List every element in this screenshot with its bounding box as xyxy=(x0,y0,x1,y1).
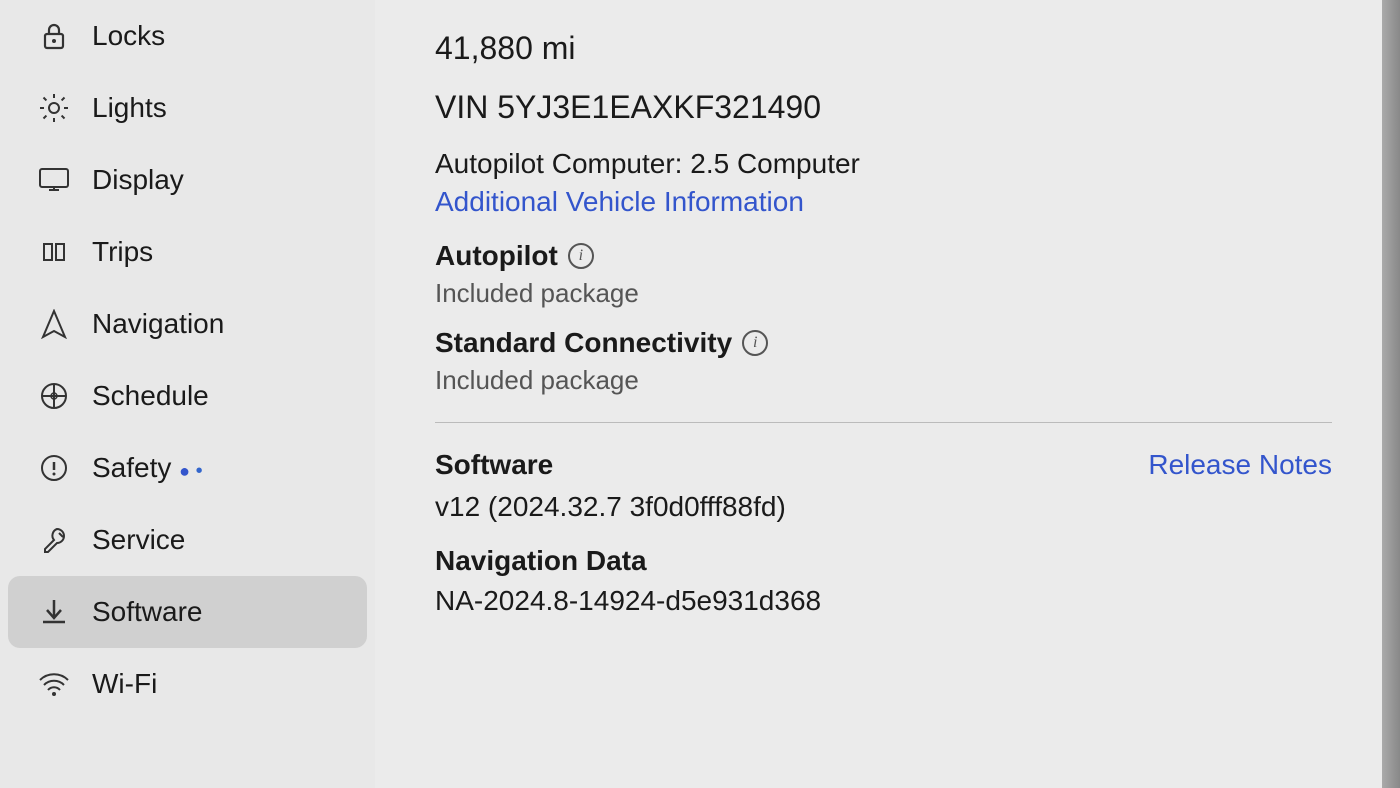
sidebar-item-display-label: Display xyxy=(92,164,184,196)
sidebar-item-lights[interactable]: Lights xyxy=(8,72,367,144)
software-section-header: Software Release Notes xyxy=(435,449,1332,481)
sidebar: Locks Lights Dis xyxy=(0,0,375,788)
standard-connectivity-info-icon[interactable]: i xyxy=(742,330,768,356)
navigation-icon xyxy=(36,306,72,342)
standard-connectivity-title: Standard Connectivity xyxy=(435,327,732,359)
software-version: v12 (2024.32.7 3f0d0fff88fd) xyxy=(435,491,1332,523)
service-icon xyxy=(36,522,72,558)
sidebar-item-navigation[interactable]: Navigation xyxy=(8,288,367,360)
trips-icon xyxy=(36,234,72,270)
sidebar-item-safety-label: Safety ● xyxy=(92,452,203,484)
sidebar-item-safety[interactable]: Safety ● xyxy=(8,432,367,504)
lights-icon xyxy=(36,90,72,126)
sidebar-item-lights-label: Lights xyxy=(92,92,167,124)
autopilot-computer-display: Autopilot Computer: 2.5 Computer xyxy=(435,148,1332,180)
wifi-icon xyxy=(36,666,72,702)
release-notes-link[interactable]: Release Notes xyxy=(1148,449,1332,481)
sidebar-item-trips-label: Trips xyxy=(92,236,153,268)
nav-data-title: Navigation Data xyxy=(435,545,1332,577)
software-title: Software xyxy=(435,449,553,481)
sidebar-item-wifi-label: Wi-Fi xyxy=(92,668,157,700)
software-icon xyxy=(36,594,72,630)
section-divider xyxy=(435,422,1332,423)
additional-vehicle-info-link[interactable]: Additional Vehicle Information xyxy=(435,186,1332,218)
sidebar-item-service-label: Service xyxy=(92,524,185,556)
main-content: 41,880 mi VIN 5YJ3E1EAXKF321490 Autopilo… xyxy=(375,0,1382,788)
display-icon xyxy=(36,162,72,198)
sidebar-item-schedule[interactable]: Schedule xyxy=(8,360,367,432)
schedule-icon xyxy=(36,378,72,414)
sidebar-item-trips[interactable]: Trips xyxy=(8,216,367,288)
autopilot-value: Included package xyxy=(435,278,1332,309)
mileage-display: 41,880 mi xyxy=(435,30,1332,67)
sidebar-item-display[interactable]: Display xyxy=(8,144,367,216)
sidebar-item-wifi[interactable]: Wi-Fi xyxy=(8,648,367,720)
autopilot-title: Autopilot xyxy=(435,240,558,272)
sidebar-item-locks-label: Locks xyxy=(92,20,165,52)
right-edge xyxy=(1382,0,1400,788)
standard-connectivity-section-header: Standard Connectivity i xyxy=(435,327,1332,359)
safety-icon xyxy=(36,450,72,486)
sidebar-item-locks[interactable]: Locks xyxy=(8,0,367,72)
standard-connectivity-value: Included package xyxy=(435,365,1332,396)
autopilot-info-icon[interactable]: i xyxy=(568,243,594,269)
sidebar-item-software-label: Software xyxy=(92,596,203,628)
vin-display: VIN 5YJ3E1EAXKF321490 xyxy=(435,89,1332,126)
sidebar-item-navigation-label: Navigation xyxy=(92,308,224,340)
sidebar-item-service[interactable]: Service xyxy=(8,504,367,576)
sidebar-item-schedule-label: Schedule xyxy=(92,380,209,412)
autopilot-section-header: Autopilot i xyxy=(435,240,1332,272)
sidebar-item-software[interactable]: Software xyxy=(8,576,367,648)
nav-data-value: NA-2024.8-14924-d5e931d368 xyxy=(435,585,1332,617)
lock-icon xyxy=(36,18,72,54)
